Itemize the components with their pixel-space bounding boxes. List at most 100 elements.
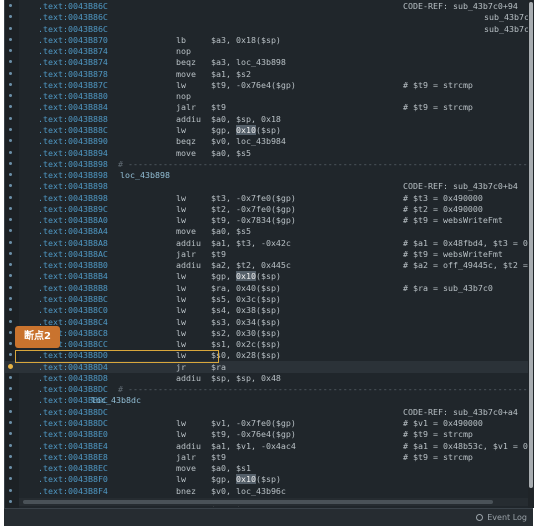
gutter-dot-icon[interactable] [9, 26, 12, 30]
code-line[interactable]: .text:0043B8DC CODE-REF: sub_43b7c0+a4 [5, 406, 534, 418]
code-line[interactable]: .text:0043B8B0 addiu $a2, $t2, 0x445c # $a2… [5, 259, 534, 271]
gutter-dot-icon[interactable] [9, 342, 12, 346]
gutter-dot-icon[interactable] [9, 466, 12, 470]
gutter-dot-icon[interactable] [9, 443, 12, 447]
event-log-button[interactable]: Event Log [476, 511, 527, 524]
code-label[interactable]: loc_43b898 [120, 169, 170, 181]
code-line[interactable]: .text:0043B884 jalr $t9 # $t9 = strcmp [5, 101, 534, 113]
gutter-dot-icon[interactable] [9, 195, 12, 199]
code-line[interactable]: .text:0043B8B8 lw $ra, 0x40($sp) # $ra = su… [5, 282, 534, 294]
code-label[interactable]: loc_43b8dc [91, 394, 141, 406]
code-xref[interactable]: sub_43b7c0+1c0 [484, 23, 534, 35]
code-line[interactable]: .text:0043B880 nop [5, 90, 534, 102]
gutter-dot-icon[interactable] [9, 116, 12, 120]
code-line[interactable]: .text:0043B8F0 lw $gp, 0x10($sp) [5, 473, 534, 485]
code-line[interactable]: .text:0043B8F4 bnez $v0, loc_43b96c [5, 485, 534, 497]
code-line[interactable]: .text:0043B8A0 lw $t9, -0x7834($gp) # $t9 =… [5, 214, 534, 226]
code-line[interactable]: .text:0043B8E0 lw $t9, -0x76e4($gp) # $t9 =… [5, 428, 534, 440]
code-xref[interactable]: CODE-REF: sub_43b7c0+b4 [403, 180, 518, 192]
gutter-dot-icon[interactable] [9, 184, 12, 188]
code-line[interactable]: .text:0043B878 move $a1, $s2 [5, 68, 534, 80]
code-line[interactable]: .text:0043B898 CODE-REF: sub_43b7c0+b4 [5, 180, 534, 192]
gutter-dot-icon[interactable] [9, 375, 12, 379]
code-label-row[interactable]: .text:0043B8DC loc_43b8dc [5, 394, 534, 406]
code-line[interactable]: .text:0043B888 addiu $a0, $sp, 0x18 [5, 113, 534, 125]
code-label-row[interactable]: .text:0043B898 loc_43b898 [5, 169, 534, 181]
gutter-dot-icon[interactable] [9, 60, 12, 64]
gutter-dot-icon[interactable] [9, 251, 12, 255]
breakpoint-marker-icon[interactable] [8, 363, 13, 369]
code-line[interactable]: .text:0043B86C CODE-REF: sub_43b7c0+94 [5, 0, 534, 12]
gutter-dot-icon[interactable] [9, 150, 12, 154]
code-line[interactable]: .text:0043B8B4 lw $gp, 0x10($sp) [5, 270, 534, 282]
code-line[interactable]: .text:0043B89C lw $t2, -0x7fe0($gp) # $t2 =… [5, 203, 534, 215]
gutter-dot-icon[interactable] [9, 37, 12, 41]
code-line[interactable]: .text:0043B8E4 addiu $a1, $v1, -0x4ac4 # $a… [5, 440, 534, 452]
gutter-dot-icon[interactable] [9, 274, 12, 278]
gutter-dot-icon[interactable] [9, 49, 12, 53]
code-line[interactable]: .text:0043B8C0 lw $s4, 0x38($sp) [5, 304, 534, 316]
code-line[interactable]: .text:0043B86C sub_43b7c0+13c [5, 11, 534, 23]
gutter-dot-icon[interactable] [9, 173, 12, 177]
gutter-dot-icon[interactable] [9, 409, 12, 413]
code-line[interactable]: .text:0043B8A8 addiu $a1, $t3, -0x42c # $a1… [5, 237, 534, 249]
gutter-dot-icon[interactable] [9, 206, 12, 210]
vertical-scrollbar-thumb[interactable] [529, 2, 533, 488]
code-line[interactable]: .text:0043B874 beqz $a3, loc_43b898 [5, 56, 534, 68]
gutter-dot-icon[interactable] [9, 94, 12, 98]
code-line[interactable]: .text:0043B87C lw $t9, -0x76e4($gp) # $t9 =… [5, 79, 534, 91]
code-line[interactable]: .text:0043B8AC jalr $t9 # $t9 = websWriteFm… [5, 248, 534, 260]
code-line[interactable]: .text:0043B890 beqz $v0, loc_43b984 [5, 135, 534, 147]
code-line[interactable]: .text:0043B8A4 move $a0, $s5 [5, 225, 534, 237]
code-line[interactable]: .text:0043B88C lw $gp, 0x10($sp) [5, 124, 534, 136]
code-line[interactable]: .text:0043B8EC move $a0, $s1 [5, 462, 534, 474]
gutter-dot-icon[interactable] [9, 285, 12, 289]
gutter-dot-icon[interactable] [9, 398, 12, 402]
horizontal-scrollbar[interactable] [19, 498, 528, 506]
gutter-dot-icon[interactable] [9, 4, 12, 7]
code-line[interactable]: .text:0043B8D8 addiu $sp, $sp, 0x48 [5, 372, 534, 384]
code-line[interactable]: .text:0043B894 move $a0, $s5 [5, 147, 534, 159]
code-line[interactable]: .text:0043B8CC lw $s1, 0x2c($sp) [5, 338, 534, 350]
code-line[interactable]: .text:0043B8DC lw $v1, -0x7fe0($gp) # $v1 =… [5, 417, 534, 429]
gutter-dot-icon[interactable] [9, 477, 12, 481]
gutter-dot-icon[interactable] [9, 139, 12, 143]
gutter-dot-icon[interactable] [9, 387, 12, 391]
gutter-dot-icon[interactable] [9, 330, 12, 334]
code-xref[interactable]: sub_43b7c0+13c [484, 11, 534, 23]
code-line[interactable]: .text:0043B870 lb $a3, 0x18($sp) [5, 34, 534, 46]
gutter-dot-icon[interactable] [9, 105, 12, 109]
gutter-dot-icon[interactable] [9, 71, 12, 75]
gutter-dot-icon[interactable] [9, 353, 12, 357]
code-line[interactable]: .text:0043B8C8 lw $s2, 0x30($sp) [5, 327, 534, 339]
horizontal-scrollbar-thumb[interactable] [23, 500, 493, 504]
separator-line[interactable]: .text:0043B8DC # ------------------------… [5, 383, 534, 395]
gutter-dot-icon[interactable] [9, 488, 12, 492]
gutter-dot-icon[interactable] [9, 263, 12, 267]
code-line[interactable]: .text:0043B8BC lw $s5, 0x3c($sp) [5, 293, 534, 305]
gutter-dot-icon[interactable] [9, 229, 12, 233]
gutter-dot-icon[interactable] [9, 432, 12, 436]
code-line[interactable]: .text:0043B898 lw $t3, -0x7fe0($gp) # $t3 =… [5, 192, 534, 204]
gutter-dot-icon[interactable] [9, 161, 12, 165]
code-xref[interactable]: CODE-REF: sub_43b7c0+a4 [403, 406, 518, 418]
gutter-dot-icon[interactable] [9, 82, 12, 86]
code-line[interactable]: .text:0043B86C sub_43b7c0+1c0 [5, 23, 534, 35]
gutter-dot-icon[interactable] [9, 218, 12, 222]
code-xref[interactable]: CODE-REF: sub_43b7c0+94 [403, 0, 518, 12]
gutter-dot-icon[interactable] [9, 454, 12, 458]
separator-line[interactable]: .text:0043B898 # ------------------------… [5, 158, 534, 170]
gutter-dot-icon[interactable] [9, 15, 12, 19]
gutter-dot-icon[interactable] [9, 499, 12, 503]
gutter-dot-icon[interactable] [9, 420, 12, 424]
code-line[interactable]: .text:0043B874 nop [5, 45, 534, 57]
gutter-dot-icon[interactable] [9, 308, 12, 312]
gutter-dot-icon[interactable] [9, 240, 12, 244]
vertical-scrollbar[interactable] [528, 0, 534, 508]
disassembly-view[interactable]: .text:0043B86C CODE-REF: sub_43b7c0+94 .te… [4, 0, 534, 508]
gutter-dot-icon[interactable] [9, 127, 12, 131]
gutter-dot-icon[interactable] [9, 297, 12, 301]
code-line[interactable]: .text:0043B8C4 lw $s3, 0x34($sp) [5, 316, 534, 328]
gutter-dot-icon[interactable] [9, 319, 12, 323]
code-line[interactable]: .text:0043B8E8 jalr $t9 # $t9 = strcmp [5, 451, 534, 463]
